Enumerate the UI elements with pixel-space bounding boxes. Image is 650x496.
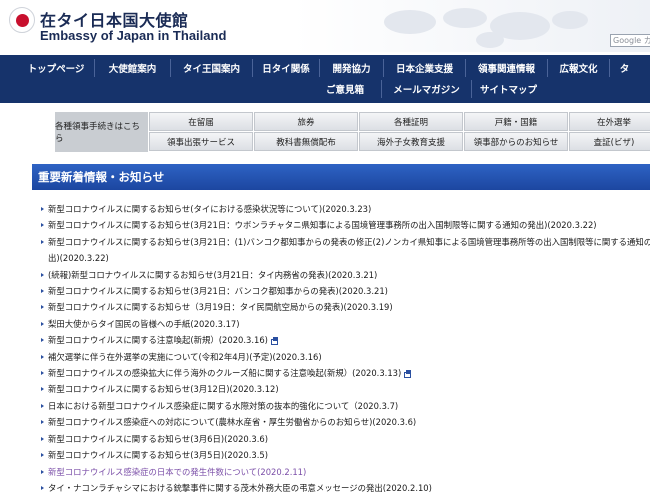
subnav-textbook-distribution[interactable]: 教科書無償配布: [254, 132, 358, 151]
news-item[interactable]: 新型コロナウイルスに関するお知らせ(3月6日)(2020.3.6): [41, 431, 650, 447]
nav-sitemap[interactable]: サイトマップ: [471, 80, 545, 98]
arrow-bullet-icon: [41, 420, 44, 425]
news-item[interactable]: (続報)新型コロナウイルスに関するお知らせ(3月21日：タイ内務省の発表)(20…: [41, 267, 650, 283]
arrow-bullet-icon: [41, 239, 44, 244]
arrow-bullet-icon: [41, 436, 44, 441]
subnav-residence-registration[interactable]: 在留届: [149, 112, 253, 131]
arrow-bullet-icon: [41, 338, 44, 343]
arrow-bullet-icon: [41, 223, 44, 228]
external-window-icon: [404, 370, 412, 379]
news-item[interactable]: 新型コロナウイルスの感染拡大に伴う海外のクルーズ船に関する注意喚起(新規）(20…: [41, 365, 650, 381]
news-item[interactable]: 新型コロナウイルスに関するお知らせ(3月5日)(2020.3.5): [41, 447, 650, 463]
news-item[interactable]: 日本における新型コロナウイルス感染症に関する水際対策の抜本的強化について（202…: [41, 398, 650, 414]
subnav-consular-notices[interactable]: 領事部からのお知らせ: [464, 132, 568, 151]
news-link[interactable]: (続報)新型コロナウイルスに関するお知らせ(3月21日：タイ内務省の発表)(20…: [48, 270, 377, 280]
arrow-bullet-icon: [41, 305, 44, 310]
news-link[interactable]: タイ・ナコンラチャシマにおける銃撃事件に関する茂木外務大臣の弔意メッセージの発出…: [48, 483, 432, 493]
nav-consular-info[interactable]: 領事関連情報: [465, 59, 547, 77]
news-item[interactable]: 新型コロナウイルス感染症への対応について(農林水産省・厚生労働省からのお知らせ)…: [41, 414, 650, 430]
news-item[interactable]: 新型コロナウイルスに関するお知らせ(3月21日：ウボンラチャタニ県知事による国境…: [41, 217, 650, 233]
main-nav-row-2: ご意見箱 メールマガジン サイトマップ: [309, 80, 545, 100]
arrow-bullet-icon: [41, 289, 44, 294]
arrow-bullet-icon: [41, 321, 44, 326]
site-header: 在タイ日本国大使館 Embassy of Japan in Thailand G…: [0, 0, 650, 52]
nav-culture[interactable]: 広報文化: [547, 59, 609, 77]
news-item[interactable]: 新型コロナウイルスに関するお知らせ(3月21日：バンコク都知事からの発表)(20…: [41, 283, 650, 299]
subnav-consular-outreach[interactable]: 領事出張サービス: [149, 132, 253, 151]
news-link[interactable]: 新型コロナウイルス感染症の日本での発生件数について(2020.2.11): [48, 467, 306, 477]
arrow-bullet-icon: [41, 354, 44, 359]
world-map-decoration: [384, 8, 588, 48]
section-title-bar: 重要新着情報・お知らせ: [32, 164, 650, 190]
nav-more[interactable]: タ: [609, 59, 639, 77]
nav-top-page[interactable]: トップページ: [18, 59, 94, 77]
subnav-overseas-voting[interactable]: 在外選挙: [569, 112, 650, 131]
news-link[interactable]: 補欠選挙に伴う在外選挙の実施について(令和2年4月)(予定)(2020.3.16…: [48, 352, 322, 362]
news-link[interactable]: 梨田大使からタイ国民の皆様への手紙(2020.3.17): [48, 319, 240, 329]
search-input[interactable]: Google カス: [610, 34, 650, 47]
arrow-bullet-icon: [41, 371, 44, 376]
news-item[interactable]: 新型コロナウイルスに関するお知らせ(タイにおける感染状況等について)(2020.…: [41, 201, 650, 217]
main-nav-row-1: トップページ 大使館案内 タイ王国案内 日タイ関係 開発協力 日本企業支援 領事…: [18, 59, 639, 79]
news-link[interactable]: 新型コロナウイルスに関するお知らせ(3月21日：バンコク都知事からの発表)(20…: [48, 286, 388, 296]
news-item[interactable]: 新型コロナウイルス感染症の日本での発生件数について(2020.2.11): [41, 464, 650, 480]
news-link[interactable]: 新型コロナウイルスに関するお知らせ(3月6日)(2020.3.6): [48, 434, 268, 444]
news-item[interactable]: 梨田大使からタイ国民の皆様への手紙(2020.3.17): [41, 316, 650, 332]
news-item[interactable]: 新型コロナウイルスに関する注意喚起(新規）(2020.3.16): [41, 332, 650, 348]
nav-mail-magazine[interactable]: メールマガジン: [381, 80, 471, 98]
main-navigation: トップページ 大使館案内 タイ王国案内 日タイ関係 開発協力 日本企業支援 領事…: [0, 55, 650, 103]
news-item[interactable]: 新型コロナウイルスに関するお知らせ(3月12日)(2020.3.12): [41, 381, 650, 397]
consular-procedures-label: 各種領事手続きはこちら: [55, 112, 148, 152]
news-item[interactable]: 新型コロナウイルスに関するお知らせ（3月19日：タイ民間航空局からの発表)(20…: [41, 299, 650, 315]
nav-feedback[interactable]: ご意見箱: [309, 80, 381, 98]
news-link[interactable]: 新型コロナウイルスに関するお知らせ(3月21日：ウボンラチャタニ県知事による国境…: [48, 220, 597, 230]
nav-business-support[interactable]: 日本企業支援: [383, 59, 465, 77]
subnav-visa[interactable]: 査証(ビザ): [569, 132, 650, 151]
news-link[interactable]: 新型コロナウイルスに関するお知らせ（3月19日：タイ民間航空局からの発表)(20…: [48, 302, 393, 312]
news-link[interactable]: 新型コロナウイルスに関するお知らせ(3月5日)(2020.3.5): [48, 450, 268, 460]
arrow-bullet-icon: [41, 207, 44, 211]
subnav-passport[interactable]: 旅券: [254, 112, 358, 131]
arrow-bullet-icon: [41, 387, 44, 392]
section-title: 重要新着情報・お知らせ: [38, 170, 165, 184]
news-item[interactable]: タイ・ナコンラチャシマにおける銃撃事件に関する茂木外務大臣の弔意メッセージの発出…: [41, 480, 650, 496]
news-link[interactable]: 新型コロナウイルスの感染拡大に伴う海外のクルーズ船に関する注意喚起(新規）(20…: [48, 368, 401, 378]
arrow-bullet-icon: [41, 453, 44, 458]
subnav-certificates[interactable]: 各種証明: [359, 112, 463, 131]
news-list: 新型コロナウイルスに関するお知らせ(タイにおける感染状況等について)(2020.…: [41, 201, 650, 496]
subnav-education-support[interactable]: 海外子女教育支援: [359, 132, 463, 151]
news-link[interactable]: 日本における新型コロナウイルス感染症に関する水際対策の抜本的強化について（202…: [48, 401, 398, 411]
news-link[interactable]: 新型コロナウイルスに関するお知らせ(タイにおける感染状況等について)(2020.…: [48, 204, 371, 214]
nav-japan-thailand-relations[interactable]: 日タイ関係: [252, 59, 319, 77]
external-window-icon: [270, 337, 279, 346]
news-item[interactable]: 補欠選挙に伴う在外選挙の実施について(令和2年4月)(予定)(2020.3.16…: [41, 349, 650, 365]
nav-development-cooperation[interactable]: 開発協力: [319, 59, 383, 77]
arrow-bullet-icon: [41, 485, 44, 490]
news-link[interactable]: 新型コロナウイルス感染症への対応について(農林水産省・厚生労働省からのお知らせ)…: [48, 417, 416, 427]
japan-flag-icon: [9, 7, 35, 33]
news-link[interactable]: 新型コロナウイルスに関するお知らせ(3月21日：(1)バンコク都知事からの発表の…: [48, 237, 650, 263]
nav-thailand-guide[interactable]: タイ王国案内: [170, 59, 252, 77]
site-title-en[interactable]: Embassy of Japan in Thailand: [40, 28, 226, 43]
nav-embassy-guide[interactable]: 大使館案内: [94, 59, 170, 77]
news-item[interactable]: 新型コロナウイルスに関するお知らせ(3月21日：(1)バンコク都知事からの発表の…: [41, 234, 650, 267]
consular-subnav: 各種領事手続きはこちら 在留届 旅券 各種証明 戸籍・国籍 在外選挙 領事出張サ…: [55, 112, 650, 152]
news-link[interactable]: 新型コロナウイルスに関するお知らせ(3月12日)(2020.3.12): [48, 384, 279, 394]
arrow-bullet-icon: [41, 469, 44, 474]
arrow-bullet-icon: [41, 403, 44, 408]
arrow-bullet-icon: [41, 272, 44, 277]
news-link[interactable]: 新型コロナウイルスに関する注意喚起(新規）(2020.3.16): [48, 335, 268, 345]
subnav-family-registry[interactable]: 戸籍・国籍: [464, 112, 568, 131]
